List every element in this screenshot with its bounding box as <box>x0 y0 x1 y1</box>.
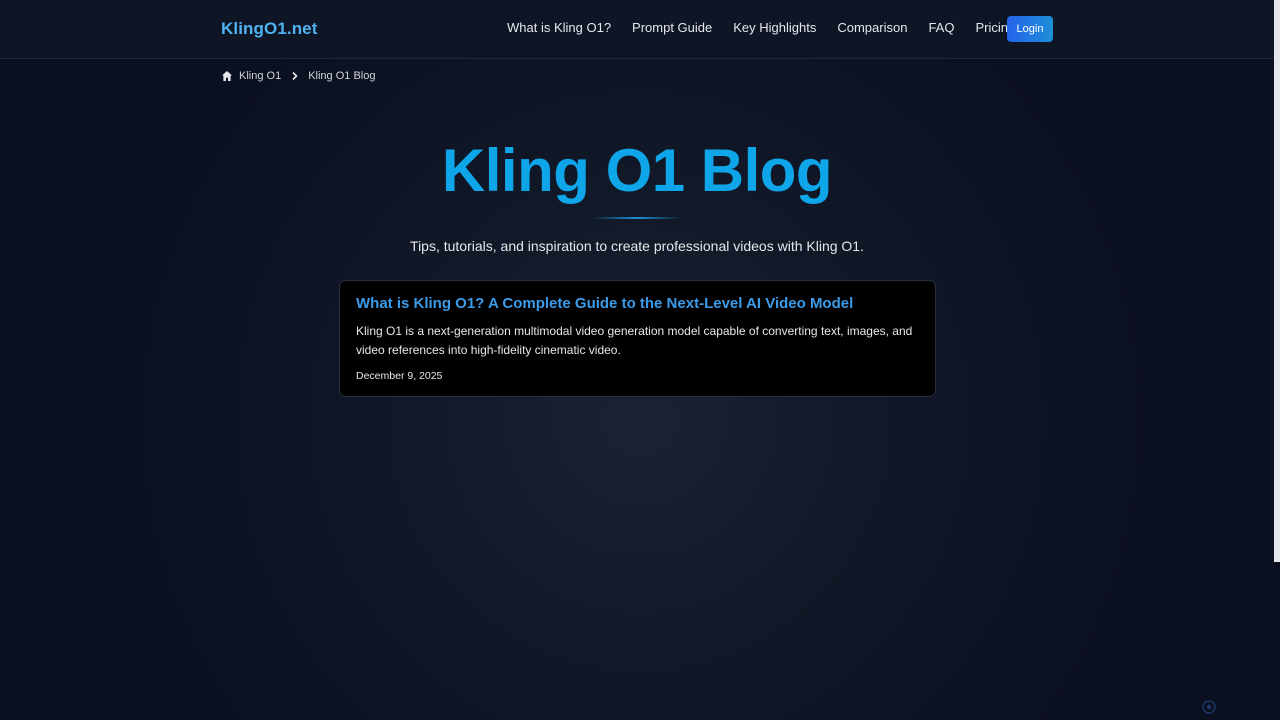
page-scrollbar[interactable] <box>1274 0 1280 720</box>
nav-prompt-guide[interactable]: Prompt Guide <box>632 20 712 38</box>
breadcrumb: Kling O1 Kling O1 Blog <box>221 69 375 83</box>
page-title: Kling O1 Blog <box>441 137 833 204</box>
scrollbar-thumb[interactable] <box>1274 0 1280 562</box>
nav-faq[interactable]: FAQ <box>928 20 954 38</box>
nav-comparison[interactable]: Comparison <box>837 20 907 38</box>
home-icon[interactable] <box>221 70 233 82</box>
breadcrumb-home-link[interactable]: Kling O1 <box>239 70 281 82</box>
post-date: December 9, 2025 <box>356 370 443 382</box>
main-nav: What is Kling O1? Prompt Guide Key Highl… <box>507 20 1015 38</box>
post-excerpt: Kling O1 is a next-generation multimodal… <box>356 324 913 357</box>
title-divider <box>592 217 682 219</box>
site-header: KlingO1.net What is Kling O1? Prompt Gui… <box>0 0 1274 59</box>
breadcrumb-current: Kling O1 Blog <box>308 70 376 82</box>
page-subtitle: Tips, tutorials, and inspiration to crea… <box>410 238 864 254</box>
nav-key-highlights[interactable]: Key Highlights <box>733 20 816 38</box>
nav-what-is-kling[interactable]: What is Kling O1? <box>507 20 611 38</box>
login-button[interactable]: Login <box>1007 16 1053 42</box>
watermark-icon <box>1202 700 1216 714</box>
site-logo[interactable]: KlingO1.net <box>221 19 318 39</box>
post-title[interactable]: What is Kling O1? A Complete Guide to th… <box>356 295 853 312</box>
corner-watermark <box>1202 700 1216 714</box>
blog-post-card[interactable]: What is Kling O1? A Complete Guide to th… <box>339 280 936 397</box>
chevron-right-icon <box>290 71 300 81</box>
